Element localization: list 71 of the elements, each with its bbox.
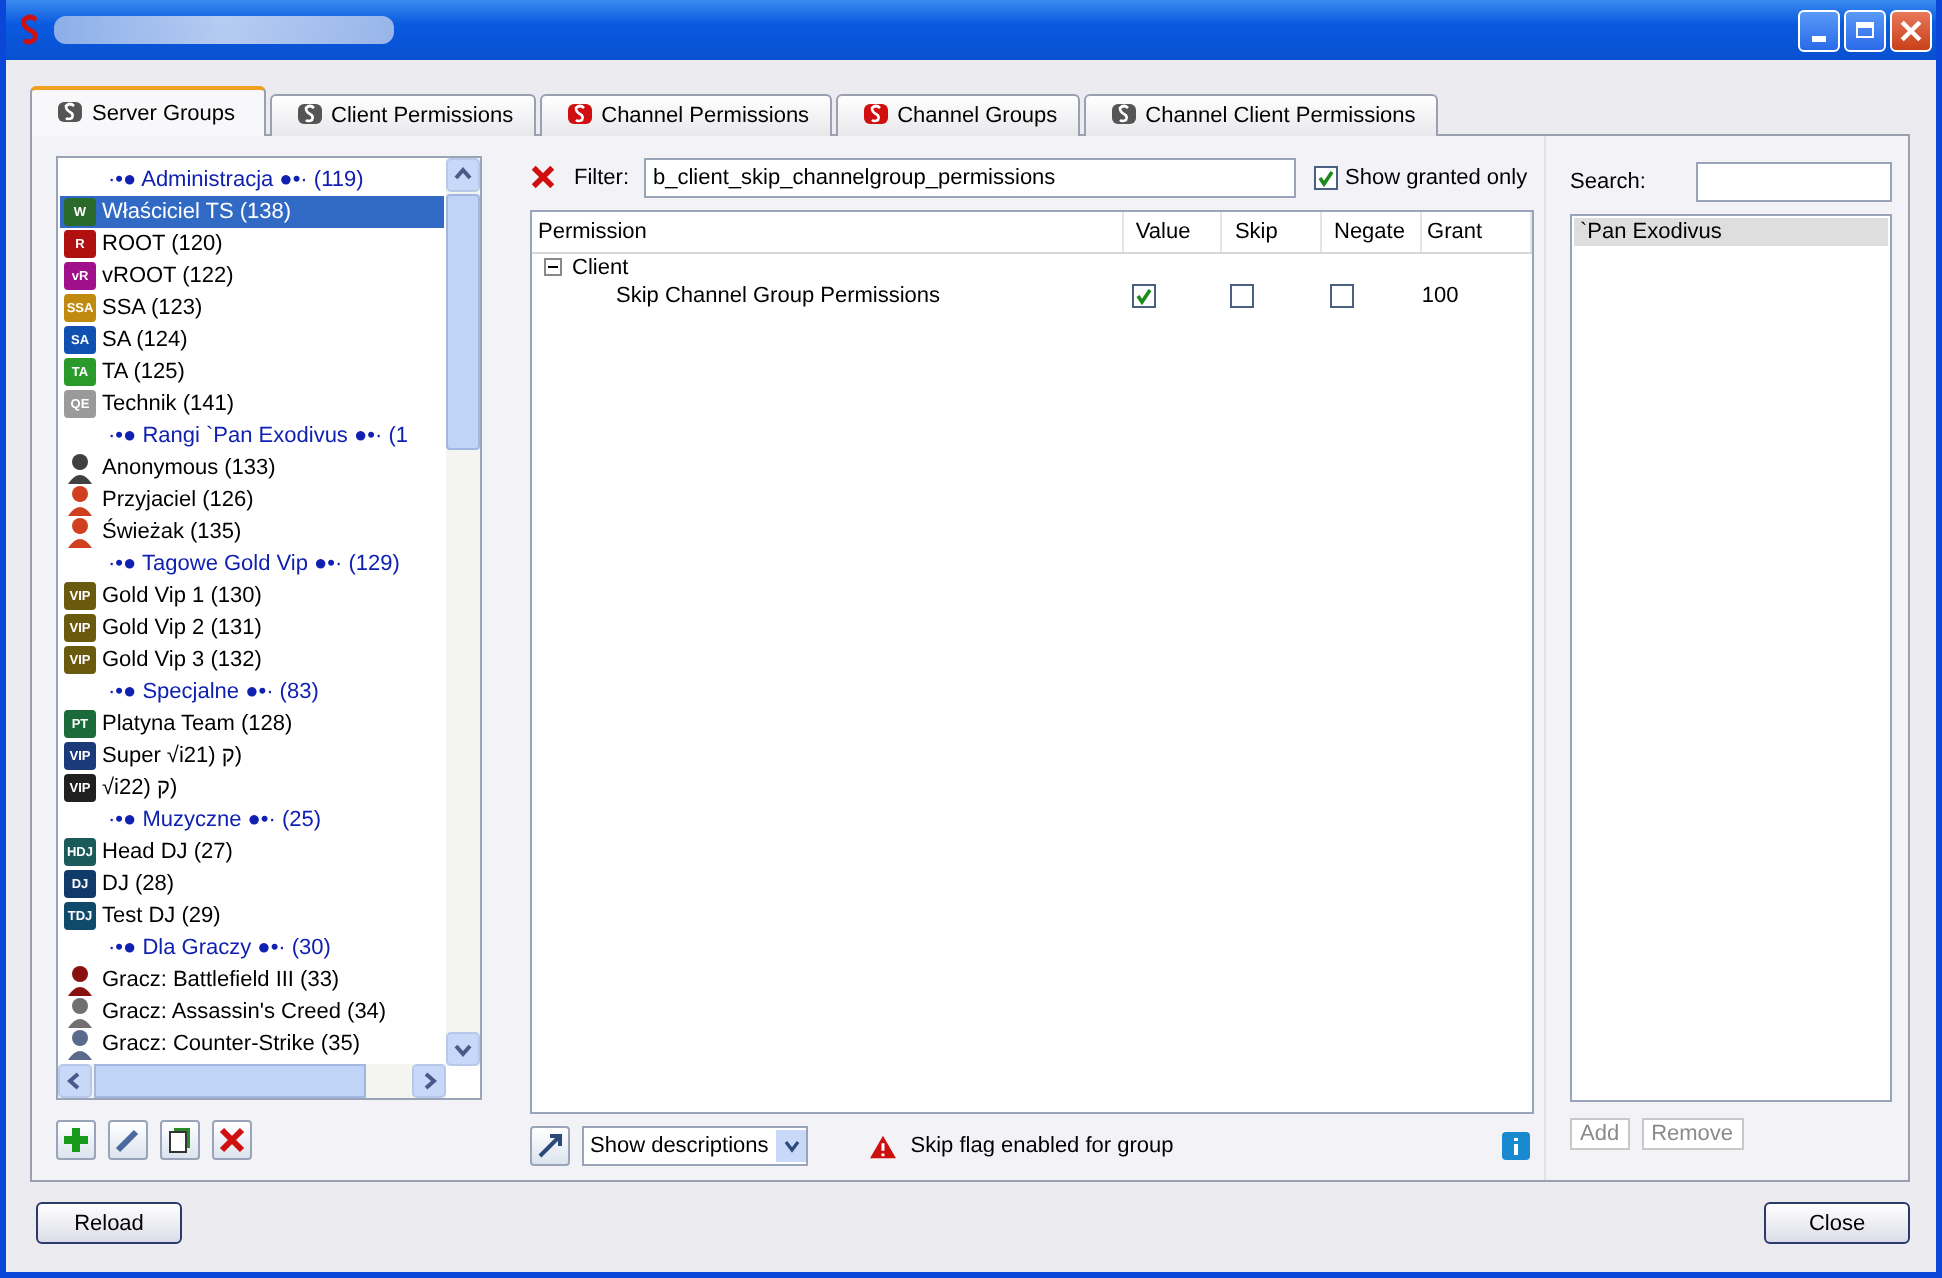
copy-icon[interactable] [160,1120,200,1160]
skip-checkbox[interactable] [1230,283,1255,308]
person-icon [64,484,96,516]
scroll-up-icon[interactable] [446,158,480,192]
member-item[interactable]: `Pan Exodivus [1574,218,1888,246]
group-item[interactable]: ·•● Rangi `Pan Exodivus ●•· (1 [60,420,444,452]
paragraph-badge-icon [861,102,890,130]
warning-icon [868,1133,899,1160]
warning-message: Skip flag enabled for group [910,1134,1174,1159]
group-item[interactable]: Gracz: Assassin's Creed (34) [60,996,444,1028]
vertical-scrollbar[interactable] [446,158,480,1066]
column-header[interactable]: Negate [1322,211,1422,252]
paragraph-icon [18,14,42,46]
grant-value: 100 [1419,283,1461,308]
person-icon [64,996,96,1028]
clear-filter-icon[interactable] [530,164,556,191]
group-item[interactable]: ·•● Dla Graczy ●•· (30) [60,932,444,964]
scroll-down-icon[interactable] [446,1032,480,1066]
checkbox-label[interactable]: Show granted only [1345,165,1528,190]
add-icon[interactable] [56,1120,96,1160]
person-icon [64,516,96,548]
search-label: Search: [1570,170,1646,194]
group-item[interactable]: Gracz: Battlefield III (33) [60,964,444,996]
dialog-button[interactable]: Reload [36,1202,182,1244]
permission-name[interactable]: Skip Channel Group Permissions [532,283,1120,308]
group-item[interactable]: Anonymous (133) [60,452,444,484]
column-header[interactable]: Grant [1421,211,1532,252]
column-header[interactable]: Value [1123,211,1223,252]
collapse-icon[interactable] [544,258,568,277]
filter-field[interactable]: b_client_skip_channelgroup_permissions [643,157,1295,198]
person-icon [64,964,96,996]
group-item[interactable]: Przyjaciel (126) [60,484,444,516]
group-item[interactable]: ·•● Administracja ●•· (119) [60,164,444,196]
column-header[interactable]: Skip [1222,211,1322,252]
value-checkbox[interactable] [1131,283,1156,308]
paragraph-badge-icon [565,102,594,130]
scroll-right-icon[interactable] [412,1064,446,1098]
tab[interactable]: Channel Permissions [539,94,832,136]
expand-icon[interactable] [530,1126,570,1167]
group-item[interactable]: ·•● Muzyczne ●•· (25) [60,804,444,836]
group-item[interactable]: ·•● Specjalne ●•· (83) [60,676,444,708]
category-label[interactable]: Client [572,255,629,280]
dialog-button[interactable]: Close [1764,1202,1910,1244]
paragraph-badge-icon [295,102,324,130]
tab[interactable]: Channel Groups [835,94,1080,136]
tab[interactable]: Server Groups [30,86,266,136]
descriptions-dropdown[interactable]: Show descriptions [582,1126,809,1167]
filter-label: Filter: [574,165,629,190]
tab[interactable]: Channel Client Permissions [1083,94,1438,136]
edit-icon[interactable] [108,1120,148,1160]
minimize-button[interactable] [1798,9,1840,51]
negate-checkbox[interactable] [1329,283,1354,308]
paragraph-badge-icon [1109,102,1138,130]
show-granted-checkbox[interactable] [1313,165,1337,190]
paragraph-badge-icon [56,99,84,127]
caret-icon[interactable] [776,1130,807,1163]
search-field[interactable] [1696,162,1892,202]
group-item[interactable]: ·•● Tagowe Gold Vip ●•· (129) [60,548,444,580]
group-item[interactable]: Gracz: Counter-Strike (35) [60,1028,444,1060]
horizontal-scrollbar[interactable] [58,1064,446,1098]
person-icon [64,452,96,484]
scroll-left-icon[interactable] [58,1064,92,1098]
delete-icon[interactable] [212,1120,252,1160]
group-item[interactable]: Świeżak (135) [60,516,444,548]
column-header[interactable]: Permission [532,211,1124,252]
info-icon[interactable] [1502,1132,1530,1161]
close-icon[interactable] [1900,19,1922,41]
tab[interactable]: Client Permissions [269,94,536,136]
maximize-button[interactable] [1844,9,1886,51]
person-icon [64,1028,96,1060]
close-button[interactable] [1890,9,1932,51]
